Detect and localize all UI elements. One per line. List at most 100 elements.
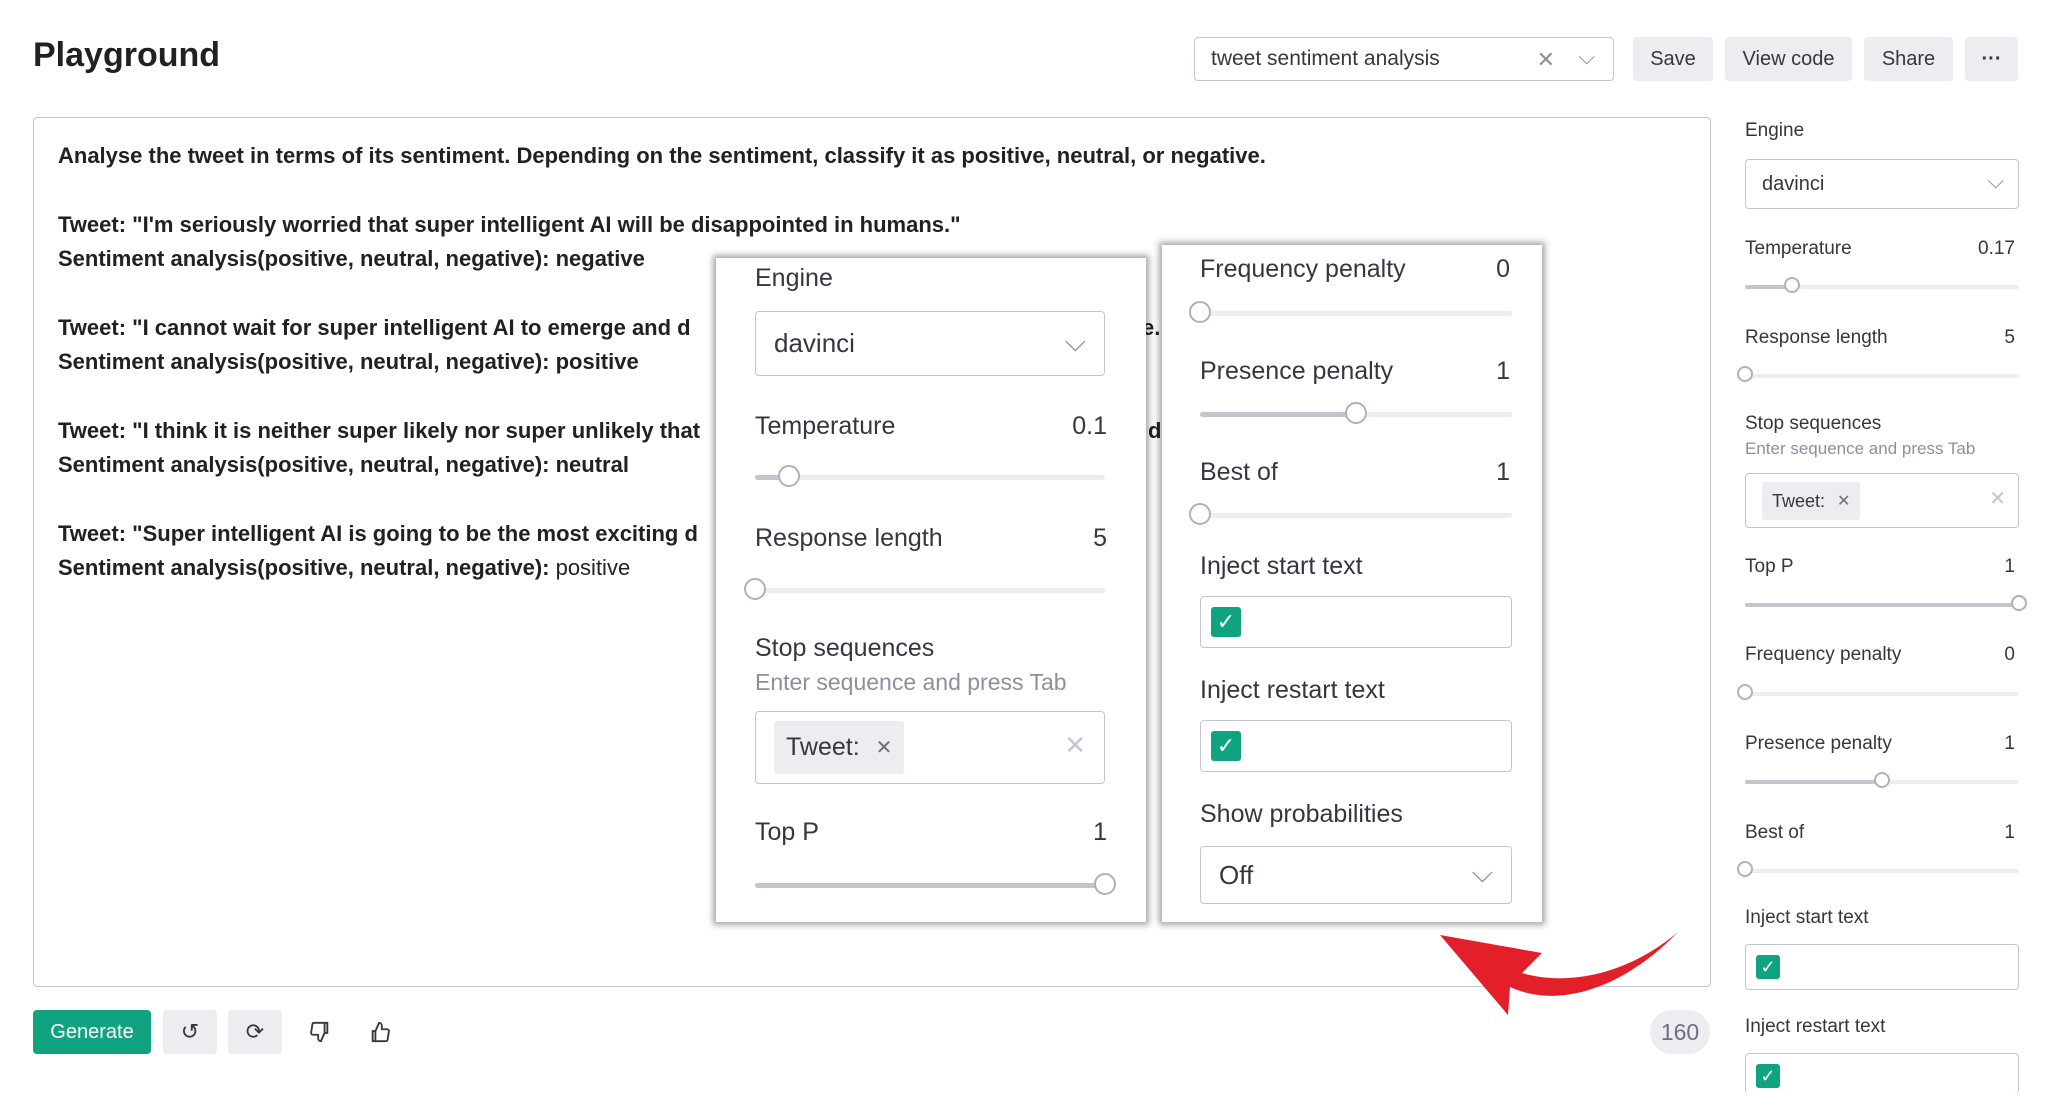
checkbox-checked-icon[interactable]: ✓	[1211, 731, 1241, 761]
checkbox-checked-icon[interactable]: ✓	[1756, 1064, 1780, 1088]
chevron-down-icon: ⌵	[1064, 326, 1086, 357]
presence-penalty-slider[interactable]	[1200, 402, 1512, 424]
stop-sequences-label: Stop sequences	[755, 634, 935, 662]
stop-sequences-input[interactable]: Tweet: ✕ ✕	[755, 711, 1105, 784]
best-of-slider[interactable]	[1189, 503, 1512, 525]
example-label: Sentiment analysis(positive, neutral, ne…	[58, 246, 550, 271]
zoomed-settings-panel-right: Frequency penalty 0 Presence penalty 1 B…	[1162, 245, 1542, 922]
more-options-button[interactable]: ···	[1965, 37, 2018, 81]
thumbs-down-icon	[310, 1021, 329, 1043]
save-button[interactable]: Save	[1633, 37, 1713, 81]
view-code-button[interactable]: View code	[1725, 37, 1852, 81]
inject-restart-label: Inject restart text	[1200, 676, 1385, 704]
example-answer: negative	[549, 246, 645, 271]
slider-handle[interactable]	[1784, 277, 1800, 293]
slider-handle[interactable]	[1189, 503, 1211, 525]
frequency-penalty-value: 0	[1496, 255, 1510, 283]
checkbox-checked-icon[interactable]: ✓	[1211, 607, 1241, 637]
slider-handle[interactable]	[1874, 772, 1890, 788]
slider-handle[interactable]	[1737, 861, 1753, 877]
stop-sequences-hint: Enter sequence and press Tab	[755, 669, 1067, 695]
share-button[interactable]: Share	[1864, 37, 1953, 81]
generate-button[interactable]: Generate	[33, 1010, 151, 1054]
remove-tag-icon[interactable]: ✕	[876, 735, 893, 760]
undo-icon: ↺	[180, 1019, 200, 1044]
remove-tag-icon[interactable]: ✕	[1837, 491, 1850, 511]
undo-button[interactable]: ↺	[163, 1010, 217, 1054]
inject-start-label: Inject start text	[1200, 552, 1363, 580]
example-label: Sentiment analysis(positive, neutral, ne…	[58, 349, 550, 374]
engine-label: Engine	[1745, 120, 1805, 141]
inject-start-input[interactable]: ✓	[1745, 944, 2019, 990]
red-arrow-icon	[1440, 932, 1678, 1015]
presence-penalty-slider[interactable]	[1745, 772, 2019, 788]
example-tweet: Tweet: "I cannot wait for super intellig…	[58, 315, 691, 340]
checkbox-checked-icon[interactable]: ✓	[1756, 955, 1780, 979]
engine-select[interactable]: davinci ⌵	[755, 311, 1105, 376]
best-of-label: Best of	[1200, 458, 1278, 486]
presence-penalty-label: Presence penalty	[1745, 733, 1892, 754]
show-probabilities-value: Off	[1219, 859, 1254, 890]
inject-start-input[interactable]: ✓	[1200, 596, 1512, 648]
top-p-slider[interactable]	[755, 873, 1116, 895]
chevron-down-icon[interactable]: ⌵	[1578, 44, 1595, 70]
slider-handle[interactable]	[1737, 366, 1753, 382]
example-answer: positive	[549, 349, 639, 374]
temperature-label: Temperature	[755, 412, 896, 440]
stop-sequences-label: Stop sequences	[1745, 413, 1882, 434]
presence-penalty-label: Presence penalty	[1200, 357, 1394, 385]
thumbs-up-icon	[371, 1021, 390, 1043]
example-answer: neutral	[549, 452, 629, 477]
response-length-value: 5	[1093, 524, 1107, 552]
frequency-penalty-slider[interactable]	[1189, 301, 1512, 323]
slider-handle[interactable]	[1345, 402, 1367, 424]
best-of-slider[interactable]	[1737, 861, 2019, 877]
preset-value: tweet sentiment analysis	[1211, 47, 1440, 70]
preset-select[interactable]: tweet sentiment analysis ✕ ⌵	[1194, 37, 1614, 81]
response-length-value: 5	[2004, 327, 2015, 348]
top-p-label: Top P	[755, 818, 819, 846]
show-probabilities-select[interactable]: Off ⌵	[1200, 846, 1512, 904]
temperature-slider[interactable]	[755, 465, 1105, 487]
top-p-slider[interactable]	[1745, 595, 2027, 611]
refresh-icon: ⟳	[245, 1019, 265, 1044]
temperature-value: 0.1	[1072, 412, 1107, 440]
slider-handle[interactable]	[1737, 684, 1753, 700]
inject-restart-input[interactable]: ✓	[1200, 720, 1512, 772]
temperature-slider[interactable]	[1745, 277, 2019, 293]
thumbs-up-button[interactable]	[360, 1010, 400, 1054]
slider-handle[interactable]	[744, 578, 766, 600]
engine-value: davinci	[774, 328, 855, 358]
engine-value: davinci	[1762, 172, 1825, 195]
slider-handle[interactable]	[2011, 595, 2027, 611]
clear-icon[interactable]: ✕	[1537, 47, 1555, 73]
presence-penalty-value: 1	[2004, 733, 2015, 754]
engine-select[interactable]: davinci ⌵	[1745, 159, 2019, 209]
top-p-value: 1	[2004, 556, 2015, 577]
frequency-penalty-label: Frequency penalty	[1200, 255, 1406, 283]
slider-handle[interactable]	[1189, 301, 1211, 323]
stop-sequences-hint: Enter sequence and press Tab	[1745, 439, 1976, 458]
stop-sequences-input[interactable]: Tweet: ✕ ✕	[1745, 473, 2019, 528]
stop-sequence-tag-label: Tweet:	[786, 733, 860, 761]
thumbs-down-button[interactable]	[300, 1010, 340, 1054]
example-label: Sentiment analysis(positive, neutral, ne…	[58, 452, 550, 477]
top-p-label: Top P	[1745, 556, 1794, 577]
clear-icon[interactable]: ✕	[1989, 486, 2006, 511]
regenerate-button[interactable]: ⟳	[228, 1010, 282, 1054]
response-length-slider[interactable]	[1737, 366, 2019, 382]
example-tweet: Tweet: "Super intelligent AI is going to…	[58, 521, 698, 546]
response-length-slider[interactable]	[744, 578, 1105, 600]
best-of-value: 1	[2004, 822, 2015, 843]
slider-handle[interactable]	[1094, 873, 1116, 895]
slider-handle[interactable]	[778, 465, 800, 487]
clear-icon[interactable]: ✕	[1064, 730, 1086, 761]
frequency-penalty-slider[interactable]	[1737, 684, 2019, 700]
inject-restart-input[interactable]: ✓	[1745, 1053, 2019, 1094]
top-p-value: 1	[1093, 818, 1107, 846]
example-tweet-tail: d	[1148, 418, 1162, 443]
zoomed-settings-panel-left: Engine davinci ⌵ Temperature 0.1 Respons…	[716, 258, 1146, 922]
presence-penalty-value: 1	[1496, 357, 1510, 385]
frequency-penalty-value: 0	[2004, 644, 2015, 665]
stop-sequence-tag-label: Tweet:	[1772, 490, 1826, 511]
